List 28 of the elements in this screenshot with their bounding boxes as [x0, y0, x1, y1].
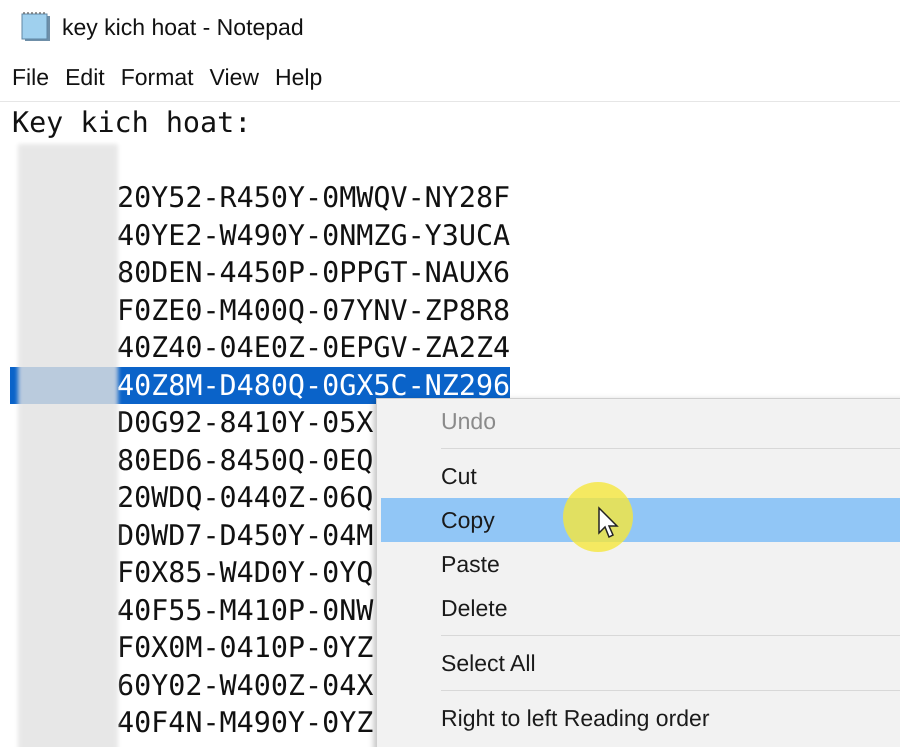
text-line: 40F55-M410P-0NW: [117, 592, 374, 628]
mouse-pointer-icon: [562, 481, 634, 553]
menu-option[interactable]: Delete: [381, 586, 900, 630]
notepad-icon: [20, 12, 52, 42]
text-line: F0X0M-0410P-0YZ: [117, 630, 374, 666]
text-line: D0G92-8410Y-05X: [117, 405, 374, 441]
menu-item[interactable]: File: [4, 64, 58, 91]
menu-item[interactable]: View: [202, 64, 267, 91]
text-line: 80DEN-4450P-0PPGT-NAUX6: [117, 255, 510, 291]
text-line: 20WDQ-0440Z-06Q: [117, 480, 374, 516]
text-line: Key kich hoat:: [12, 106, 252, 139]
menu-item[interactable]: Format: [112, 64, 202, 91]
text-line: D0WD7-D450Y-04M: [117, 518, 374, 554]
window-title: key kich hoat - Notepad: [62, 14, 304, 40]
menu-option[interactable]: Cut: [381, 454, 900, 498]
menu-option[interactable]: Right to left Reading order: [381, 696, 900, 740]
menu-item[interactable]: Help: [266, 64, 330, 91]
text-line: 40Z40-04E0Z-0EPGV-ZA2Z4: [117, 330, 510, 366]
text-line: F0X85-W4D0Y-0YQ: [117, 555, 374, 591]
text-line: 60Y02-W400Z-04X: [117, 668, 374, 704]
text-line: 40F4N-M490Y-0YZ: [117, 705, 374, 741]
menu-option[interactable]: Paste: [381, 542, 900, 586]
menu-item[interactable]: Edit: [57, 64, 113, 91]
text-line: 20Y52-R450Y-0MWQV-NY28F: [117, 180, 510, 216]
text-line: F0ZE0-M400Q-07YNV-ZP8R8: [117, 292, 510, 328]
menu-option[interactable]: Select All: [381, 641, 900, 685]
text-line: 40YE2-W490Y-0NMZG-Y3UCA: [117, 218, 510, 254]
text-line: 80ED6-8450Q-0EQ: [117, 442, 374, 478]
